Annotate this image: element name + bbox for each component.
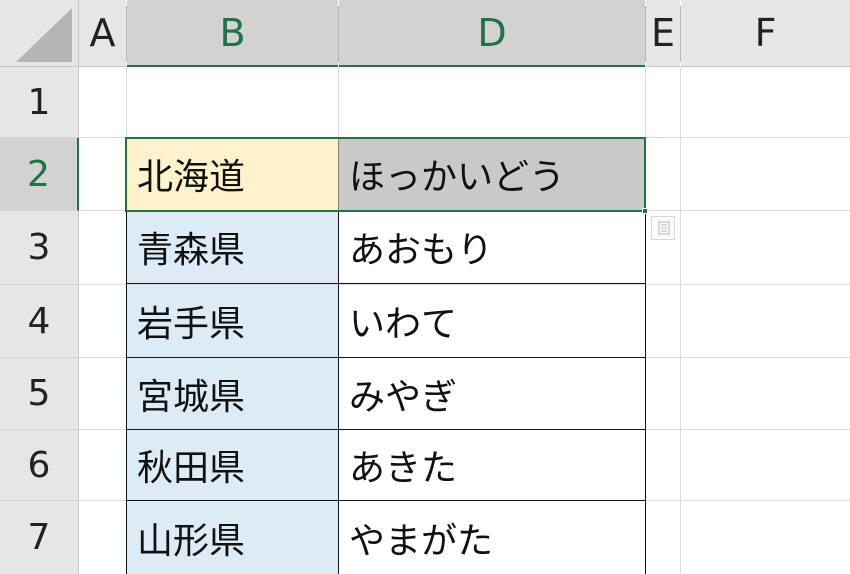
row-header-4[interactable]: 4 [0, 285, 79, 358]
cell-d5[interactable]: みやぎ [339, 358, 645, 430]
quick-analysis-glyph-icon [658, 221, 670, 235]
cell-b7-text: 山形県 [137, 520, 246, 562]
cell-b5-text: 宮城県 [137, 376, 246, 418]
fill-handle[interactable] [642, 208, 648, 214]
column-f-label: F [754, 11, 777, 55]
row-header-5[interactable]: 5 [0, 358, 79, 430]
quick-analysis-icon[interactable] [651, 216, 675, 240]
cell-d3[interactable]: あおもり [339, 211, 645, 284]
row-header-6[interactable]: 6 [0, 430, 79, 501]
cell-d7[interactable]: やまがた [339, 501, 645, 574]
gridline [680, 67, 681, 574]
row-header-3[interactable]: 3 [0, 211, 79, 285]
row-4-label: 4 [27, 300, 51, 342]
cell-b3-text: 青森県 [137, 230, 246, 271]
row-5-label: 5 [27, 373, 51, 414]
cell-d7-text: やまがた [349, 520, 494, 562]
cell-d5-text: みやぎ [349, 376, 458, 418]
column-d-label: D [477, 10, 507, 55]
column-header-a[interactable]: A [79, 0, 126, 67]
row-6-label: 6 [27, 444, 51, 486]
cell-b3[interactable]: 青森県 [127, 211, 338, 284]
cell-d4-text: いわて [349, 304, 458, 345]
cell-b4-text: 岩手県 [137, 304, 246, 345]
row-3-label: 3 [27, 227, 51, 268]
row-header-1[interactable]: 1 [0, 67, 79, 138]
cell-d6-text: あきた [349, 448, 458, 489]
cell-b5[interactable]: 宮城県 [127, 358, 338, 430]
cell-d3-text: あおもり [349, 230, 494, 271]
cell-b6[interactable]: 秋田県 [127, 430, 338, 501]
row-2-label: 2 [27, 153, 50, 195]
column-b-label: B [219, 10, 246, 55]
row-header-2[interactable]: 2 [0, 138, 79, 211]
row-7-label: 7 [27, 517, 51, 558]
cell-b6-text: 秋田県 [137, 448, 246, 489]
select-all-corner[interactable] [0, 0, 79, 67]
column-header-b[interactable]: B [127, 0, 338, 67]
column-header-f[interactable]: F [681, 0, 850, 67]
column-a-label: A [89, 11, 116, 55]
select-all-triangle-icon [16, 8, 72, 62]
column-e-label: E [650, 11, 675, 55]
table-border-right [645, 210, 646, 574]
row-header-7[interactable]: 7 [0, 501, 79, 574]
cell-b4[interactable]: 岩手県 [127, 285, 338, 358]
row-1-label: 1 [27, 81, 51, 123]
selection-border [125, 137, 646, 212]
cell-d4[interactable]: いわて [339, 285, 645, 358]
table-border-left [126, 210, 127, 574]
cell-b7[interactable]: 山形県 [127, 501, 338, 574]
column-header-d[interactable]: D [339, 0, 645, 67]
table-border-middle [338, 210, 339, 574]
column-header-e[interactable]: E [646, 0, 680, 67]
cell-d6[interactable]: あきた [339, 430, 645, 501]
